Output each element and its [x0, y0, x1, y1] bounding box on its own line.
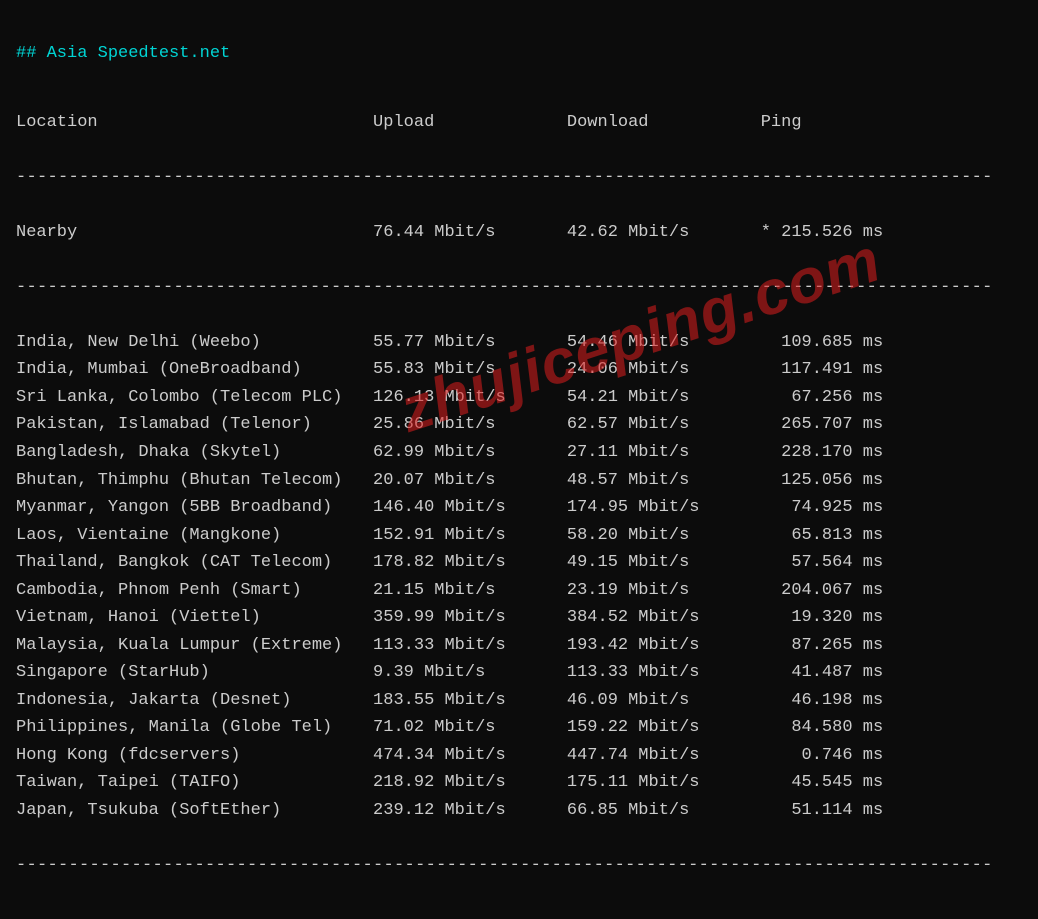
speedtest-row: Laos, Vientaine (Mangkone) 152.91 Mbit/s… [16, 522, 1022, 550]
speedtest-row: Cambodia, Phnom Penh (Smart) 21.15 Mbit/… [16, 577, 1022, 605]
speedtest-row: India, Mumbai (OneBroadband) 55.83 Mbit/… [16, 356, 1022, 384]
speedtest-row: Pakistan, Islamabad (Telenor) 25.86 Mbit… [16, 411, 1022, 439]
divider-line: ----------------------------------------… [16, 274, 1022, 302]
speedtest-row: Sri Lanka, Colombo (Telecom PLC) 126.13 … [16, 384, 1022, 412]
column-headers: Location Upload Download Ping [16, 109, 1022, 137]
speedtest-row: Taiwan, Taipei (TAIFO) 218.92 Mbit/s 175… [16, 769, 1022, 797]
speedtest-row: Vietnam, Hanoi (Viettel) 359.99 Mbit/s 3… [16, 604, 1022, 632]
terminal-output: ## Asia Speedtest.net Location Upload Do… [0, 0, 1038, 919]
speedtest-row: Singapore (StarHub) 9.39 Mbit/s 113.33 M… [16, 659, 1022, 687]
speedtest-row: Philippines, Manila (Globe Tel) 71.02 Mb… [16, 714, 1022, 742]
speedtest-row: Malaysia, Kuala Lumpur (Extreme) 113.33 … [16, 632, 1022, 660]
speedtest-row: Hong Kong (fdcservers) 474.34 Mbit/s 447… [16, 742, 1022, 770]
speedtest-row: Japan, Tsukuba (SoftEther) 239.12 Mbit/s… [16, 797, 1022, 825]
speedtest-row: Indonesia, Jakarta (Desnet) 183.55 Mbit/… [16, 687, 1022, 715]
speedtest-results: India, New Delhi (Weebo) 55.77 Mbit/s 54… [16, 329, 1022, 825]
speedtest-row: Bangladesh, Dhaka (Skytel) 62.99 Mbit/s … [16, 439, 1022, 467]
section-title: ## Asia Speedtest.net [16, 40, 1022, 68]
speedtest-row: Bhutan, Thimphu (Bhutan Telecom) 20.07 M… [16, 467, 1022, 495]
divider-line: ----------------------------------------… [16, 852, 1022, 880]
speedtest-row: India, New Delhi (Weebo) 55.77 Mbit/s 54… [16, 329, 1022, 357]
speedtest-row: Thailand, Bangkok (CAT Telecom) 178.82 M… [16, 549, 1022, 577]
speedtest-row: Myanmar, Yangon (5BB Broadband) 146.40 M… [16, 494, 1022, 522]
nearby-row: Nearby 76.44 Mbit/s 42.62 Mbit/s * 215.5… [16, 219, 1022, 247]
divider-line: ----------------------------------------… [16, 164, 1022, 192]
